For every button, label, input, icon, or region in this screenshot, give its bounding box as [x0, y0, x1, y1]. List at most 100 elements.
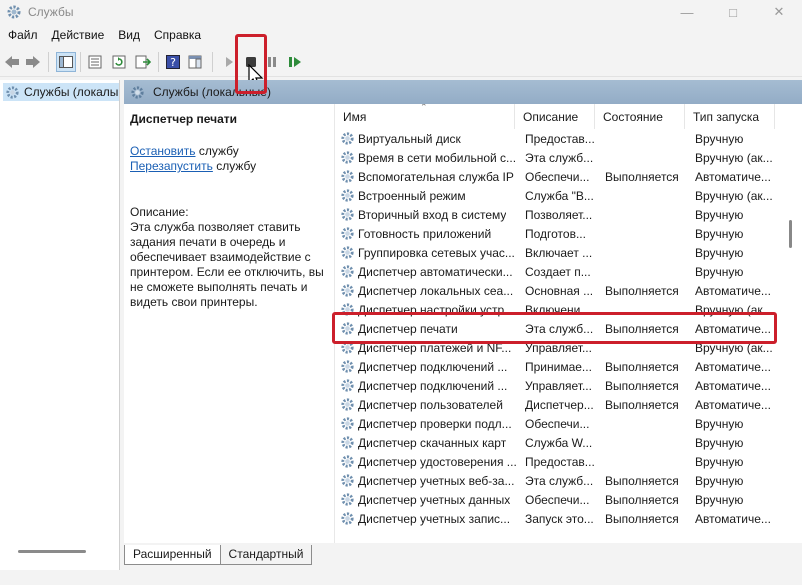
service-startup-type: Автоматиче...	[695, 378, 771, 393]
service-description: Подготов...	[525, 226, 586, 241]
service-name-cell: Диспетчер учетных запис...	[335, 511, 519, 526]
service-row[interactable]: Диспетчер подключений ... Принимае... Выпо…	[335, 357, 793, 376]
help-icon[interactable]: ?	[164, 53, 182, 71]
service-startup-type: Вручную (ак...	[695, 150, 773, 165]
service-status: Выполняется	[605, 511, 679, 526]
service-description: Эта служб...	[525, 150, 594, 165]
refresh-icon[interactable]	[110, 53, 128, 71]
service-row[interactable]: Диспетчер проверки подл... Обеспечи... Вру…	[335, 414, 793, 433]
column-header-description[interactable]: Описание	[515, 104, 595, 129]
service-gear-icon	[341, 246, 354, 259]
selected-row-highlight	[332, 312, 777, 344]
service-startup-type: Вручную	[695, 473, 744, 488]
service-name-cell: Диспетчер проверки подл...	[335, 416, 519, 431]
service-name: Диспетчер учетных запис...	[358, 511, 511, 526]
service-name: Вторичный вход в систему	[358, 207, 507, 222]
restart-service-icon[interactable]	[286, 53, 304, 71]
service-startup-type: Вручную	[695, 435, 744, 450]
toolbar-separator	[80, 52, 81, 72]
service-name: Диспетчер пользователей	[358, 397, 503, 412]
tab-extended[interactable]: Расширенный	[124, 545, 221, 565]
service-row[interactable]: Готовность приложений Подготов... Вручную	[335, 224, 793, 243]
service-status: Выполняется	[605, 473, 679, 488]
service-startup-type: Вручную	[695, 226, 744, 241]
service-row[interactable]: Встроенный режим Служба "В... Вручную (ак.…	[335, 186, 793, 205]
column-label: Тип запуска	[693, 110, 760, 124]
show-hide-pane-icon[interactable]	[186, 53, 204, 71]
minimize-button[interactable]: —	[664, 0, 710, 24]
service-row[interactable]: Диспетчер учетных запис... Запуск это... В…	[335, 509, 793, 528]
tree-item-label: Службы (локалы	[24, 85, 119, 99]
service-name: Группировка сетевых учас...	[358, 245, 515, 260]
service-name-cell: Диспетчер пользователей	[335, 397, 519, 412]
menu-view[interactable]: Вид	[110, 25, 146, 46]
service-name-cell: Диспетчер удостоверения ...	[335, 454, 519, 469]
service-name: Виртуальный диск	[358, 131, 461, 146]
restart-service-link[interactable]: Перезапустить	[130, 159, 213, 173]
service-row[interactable]: Диспетчер пользователей Диспетчер... Выпол…	[335, 395, 793, 414]
service-gear-icon	[341, 512, 354, 525]
vertical-scrollbar[interactable]	[789, 220, 792, 248]
service-row[interactable]: Диспетчер учетных веб-за... Эта служб... В…	[335, 471, 793, 490]
menu-help[interactable]: Справка	[146, 25, 207, 46]
selected-service-title: Диспетчер печати	[130, 112, 238, 126]
view-tabs: Расширенный Стандартный	[124, 545, 802, 565]
service-gear-icon	[341, 455, 354, 468]
pane-header: Службы (локальные)	[124, 80, 802, 104]
service-row[interactable]: Диспетчер подключений ... Управляет... Вып…	[335, 376, 793, 395]
service-row[interactable]: Вторичный вход в систему Позволяет... Вруч…	[335, 205, 793, 224]
service-startup-type: Автоматиче...	[695, 169, 771, 184]
service-startup-type: Вручную	[695, 454, 744, 469]
service-description: Служба "В...	[525, 188, 594, 203]
service-name: Диспетчер учетных данных	[358, 492, 511, 507]
column-header-status[interactable]: Состояние	[595, 104, 685, 129]
service-row[interactable]: Диспетчер локальных сеа... Основная ... Вы…	[335, 281, 793, 300]
service-name: Диспетчер скачанных карт	[358, 435, 507, 450]
tab-standard[interactable]: Стандартный	[219, 545, 313, 565]
back-arrow-icon[interactable]	[3, 53, 21, 71]
stop-button-highlight	[235, 34, 267, 94]
title-bar: Службы — □ ✕	[0, 0, 802, 24]
column-header-name[interactable]: ⌃ Имя	[335, 104, 515, 129]
service-row[interactable]: Виртуальный диск Предостав... Вручную	[335, 129, 793, 148]
service-startup-type: Вручную (ак...	[695, 188, 773, 203]
service-row[interactable]: Вспомогательная служба IP Обеспечи... Выпо…	[335, 167, 793, 186]
service-description: Обеспечи...	[525, 169, 590, 184]
service-gear-icon	[341, 436, 354, 449]
service-row[interactable]: Время в сети мобильной с... Эта служб... В…	[335, 148, 793, 167]
menu-file[interactable]: Файл	[0, 25, 44, 46]
service-status: Выполняется	[605, 397, 679, 412]
service-row[interactable]: Диспетчер скачанных карт Служба W... Вручн…	[335, 433, 793, 452]
service-status: Выполняется	[605, 359, 679, 374]
column-label: Состояние	[603, 110, 663, 124]
export-list-icon[interactable]	[134, 53, 152, 71]
toolbar-separator	[158, 52, 159, 72]
service-row[interactable]: Группировка сетевых учас... Включает ... В…	[335, 243, 793, 262]
service-startup-type: Вручную	[695, 416, 744, 431]
service-row[interactable]: Диспетчер учетных данных Обеспечи... Выпол…	[335, 490, 793, 509]
horizontal-scrollbar[interactable]	[18, 550, 86, 553]
service-startup-type: Вручную	[695, 131, 744, 146]
forward-arrow-icon[interactable]	[24, 53, 42, 71]
close-button[interactable]: ✕	[756, 0, 802, 24]
stop-service-link[interactable]: Остановить	[130, 144, 196, 158]
service-description: Запуск это...	[525, 511, 594, 526]
service-row[interactable]: Диспетчер автоматически... Создает п... Вр…	[335, 262, 793, 281]
service-name-cell: Диспетчер скачанных карт	[335, 435, 519, 450]
sort-ascending-icon: ⌃	[420, 104, 428, 112]
service-name-cell: Диспетчер подключений ...	[335, 359, 519, 374]
column-header-startup-type[interactable]: Тип запуска	[685, 104, 775, 129]
stop-suffix: службу	[195, 144, 239, 158]
service-name-cell: Время в сети мобильной с...	[335, 150, 519, 165]
console-tree-icon[interactable]	[56, 52, 76, 72]
service-gear-icon	[341, 493, 354, 506]
properties-sheet-icon[interactable]	[86, 53, 104, 71]
maximize-button[interactable]: □	[710, 0, 756, 24]
service-gear-icon	[341, 474, 354, 487]
service-row[interactable]: Диспетчер удостоверения ... Предостав... В…	[335, 452, 793, 471]
menu-action[interactable]: Действие	[44, 25, 111, 46]
svg-text:?: ?	[170, 56, 176, 69]
description-text: Эта служба позволяет ставить задания печ…	[130, 220, 324, 309]
tree-item-services-local[interactable]: Службы (локалы	[3, 83, 119, 101]
service-gear-icon	[341, 227, 354, 240]
